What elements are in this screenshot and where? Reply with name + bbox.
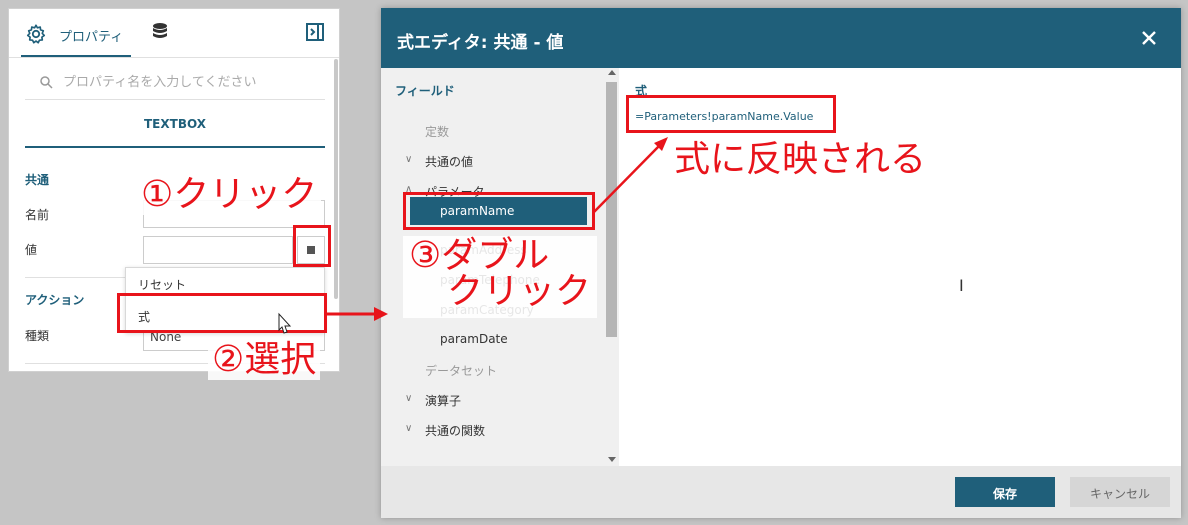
annotation-step3-line2: クリック: [447, 271, 592, 312]
highlight-expression-text: [626, 95, 836, 133]
annotation-step3: ③ダブル クリック: [403, 236, 597, 318]
annotation-step2: ②選択: [208, 340, 321, 380]
arrow-to-dialog: [327, 307, 388, 321]
annotation-result: 式に反映される: [674, 139, 927, 180]
annotation-step3-line1: ③ダブル: [409, 235, 550, 276]
mouse-pointer-icon: [278, 312, 292, 334]
highlight-param-name: [403, 192, 595, 230]
arrow-to-expression: [593, 137, 668, 213]
